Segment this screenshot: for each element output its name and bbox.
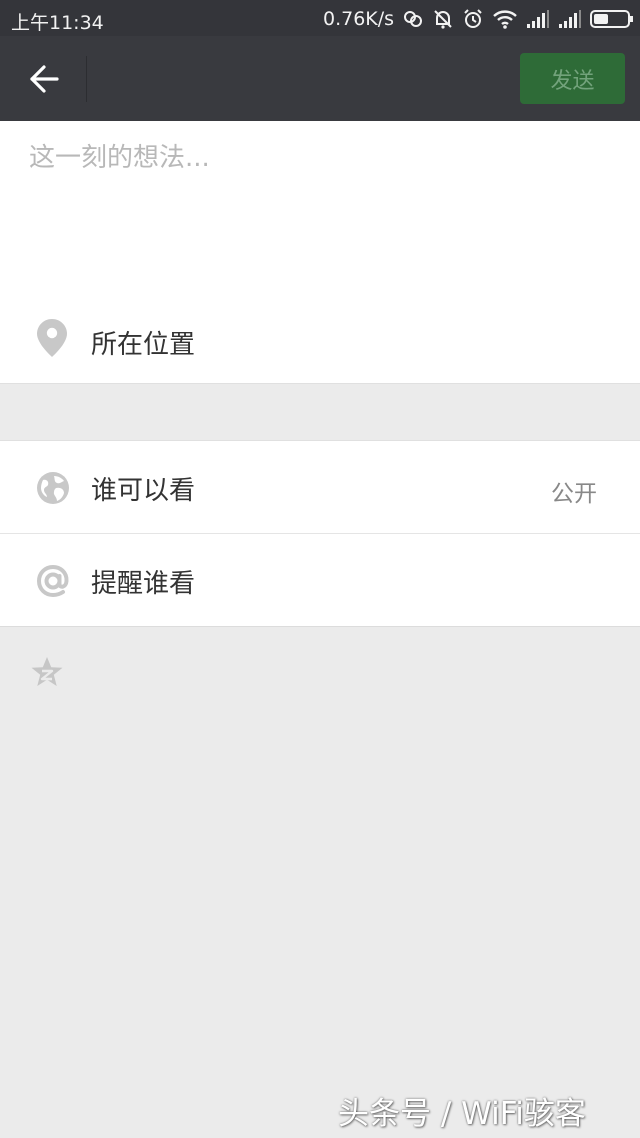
watermark-text: 头条号 / WiFi骇客 — [338, 1096, 586, 1132]
mute-bell-icon — [432, 8, 454, 30]
signal-icon — [526, 9, 550, 29]
mention-label: 提醒谁看 — [91, 569, 196, 599]
star-icon[interactable] — [30, 656, 64, 692]
settings-group: 谁可以看 公开 提醒谁看 — [0, 440, 640, 627]
map-pin-icon — [36, 318, 68, 362]
alarm-icon — [462, 8, 484, 30]
location-row[interactable]: 所在位置 — [0, 306, 640, 376]
status-bar: 上午11:34 0.76K/s — [0, 0, 640, 36]
mention-row[interactable]: 提醒谁看 — [0, 534, 640, 626]
location-label: 所在位置 — [91, 330, 196, 360]
wifi-icon — [492, 8, 518, 30]
top-toolbar: 发送 — [0, 36, 640, 121]
battery-icon — [590, 9, 634, 29]
status-icons — [402, 7, 634, 31]
globe-icon — [36, 471, 70, 509]
network-speed: 0.76K/s — [323, 8, 395, 30]
hd-link-icon — [402, 8, 424, 30]
status-time: 上午11:34 — [11, 12, 104, 34]
arrow-left-icon — [30, 65, 59, 93]
at-sign-icon — [36, 564, 70, 602]
compose-card: 这一刻的想法... 所在位置 — [0, 121, 640, 384]
send-button[interactable]: 发送 — [520, 53, 625, 104]
back-button[interactable] — [20, 56, 68, 102]
visibility-value: 公开 — [551, 481, 597, 507]
signal-icon — [558, 9, 582, 29]
post-text-input[interactable]: 这一刻的想法... — [29, 137, 210, 174]
visibility-row[interactable]: 谁可以看 公开 — [0, 441, 640, 533]
toolbar-divider — [86, 56, 87, 102]
visibility-label: 谁可以看 — [91, 476, 196, 506]
